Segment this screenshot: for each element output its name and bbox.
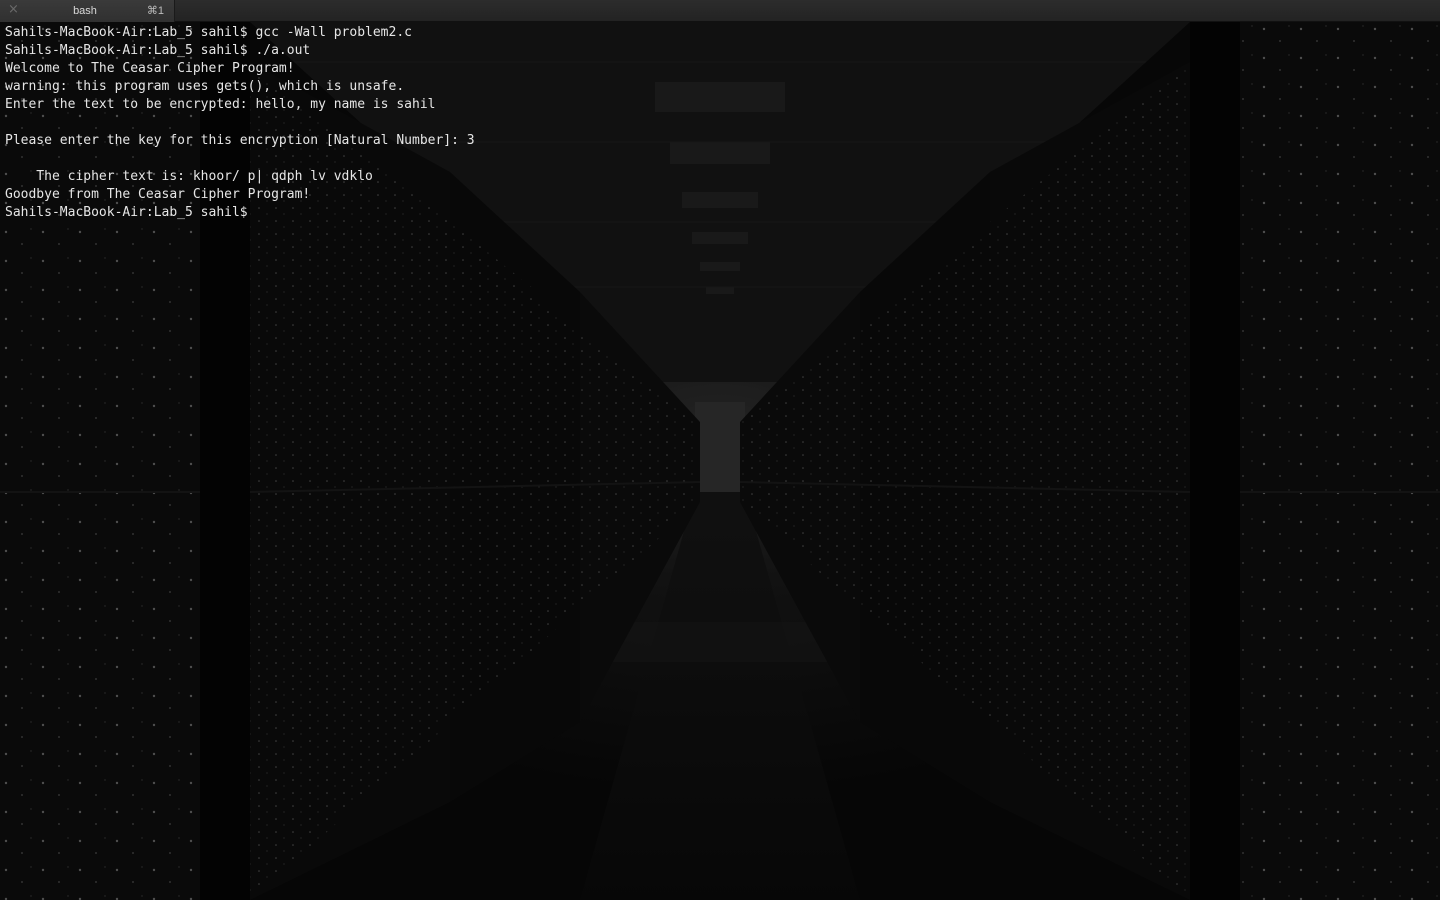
terminal-line: Goodbye from The Ceasar Cipher Program! [5,187,311,202]
terminal-output[interactable]: Sahils-MacBook-Air:Lab_5 sahil$ gcc -Wal… [5,24,1425,222]
terminal-line: Enter the text to be encrypted: hello, m… [5,97,436,112]
terminal-line: Sahils-MacBook-Air:Lab_5 sahil$ ./a.out [5,43,311,58]
tab-shortcut-label: ⌘1 [146,5,164,17]
terminal-line: Sahils-MacBook-Air:Lab_5 sahil$ gcc -Wal… [5,25,412,40]
terminal-line: Please enter the key for this encryption… [5,133,475,148]
terminal-prompt[interactable]: Sahils-MacBook-Air:Lab_5 sahil$ [5,204,1425,222]
tab-title: bash [73,5,97,17]
close-icon[interactable]: × [8,3,20,17]
tab-bash[interactable]: × bash ⌘1 [0,0,175,22]
tab-bar: × bash ⌘1 [0,0,1440,22]
terminal-line: The cipher text is: khoor/ p| qdph lv vd… [5,169,373,184]
terminal-window: × bash ⌘1 Sahils-MacBook-Air:Lab_5 sahil… [0,0,1440,900]
terminal-line: warning: this program uses gets(), which… [5,79,405,94]
terminal-line: Welcome to The Ceasar Cipher Program! [5,61,295,76]
